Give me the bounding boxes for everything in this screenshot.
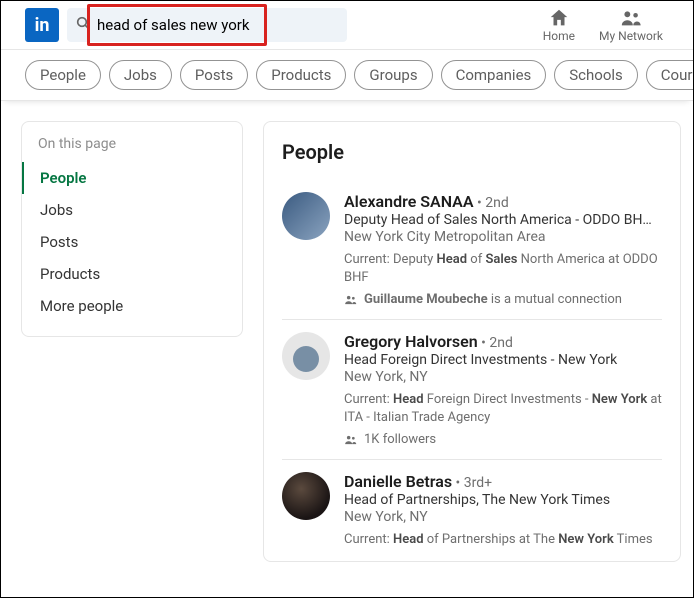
people-icon (620, 7, 642, 29)
result-row: Gregory Halvorsen • 2nd Head Foreign Dir… (282, 320, 662, 460)
section-title: People (282, 140, 662, 164)
result-current: Current: Deputy Head of Sales North Amer… (344, 251, 662, 286)
content-area: On this page People Jobs Posts Products … (1, 101, 693, 562)
sidebar-item-more-people[interactable]: More people (22, 290, 242, 322)
sidebar-item-people[interactable]: People (22, 162, 242, 194)
pill-jobs[interactable]: Jobs (109, 60, 172, 90)
filter-pill-bar: People Jobs Posts Products Groups Compan… (1, 49, 693, 101)
sidebar-item-products[interactable]: Products (22, 258, 242, 290)
sidebar-item-jobs[interactable]: Jobs (22, 194, 242, 226)
result-name-line: Alexandre SANAA • 2nd (344, 192, 662, 211)
nav-home[interactable]: Home (543, 7, 575, 43)
search-input[interactable] (97, 16, 339, 34)
result-location: New York, NY (344, 509, 662, 525)
result-row: Alexandre SANAA • 2nd Deputy Head of Sal… (282, 180, 662, 320)
result-name[interactable]: Alexandre SANAA (344, 192, 474, 211)
people-icon (344, 293, 358, 307)
linkedin-logo[interactable]: in (25, 8, 59, 42)
result-headline: Deputy Head of Sales North America - ODD… (344, 212, 662, 228)
search-box[interactable] (67, 8, 347, 42)
results-panel: People Alexandre SANAA • 2nd Deputy Head… (263, 121, 681, 562)
pill-groups[interactable]: Groups (354, 60, 432, 90)
home-icon (548, 7, 570, 29)
pill-products[interactable]: Products (256, 60, 346, 90)
avatar[interactable] (282, 472, 330, 520)
result-meta: Guillaume Moubeche is a mutual connectio… (344, 292, 662, 307)
nav-home-label: Home (543, 29, 575, 43)
avatar[interactable] (282, 332, 330, 380)
result-current: Current: Head Foreign Direct Investments… (344, 391, 662, 426)
result-headline: Head of Partnerships, The New York Times (344, 492, 662, 508)
result-headline: Head Foreign Direct Investments - New Yo… (344, 352, 662, 368)
sidebar-item-posts[interactable]: Posts (22, 226, 242, 258)
result-location: New York City Metropolitan Area (344, 229, 662, 245)
pill-more[interactable]: Cour (646, 60, 693, 90)
pill-companies[interactable]: Companies (441, 60, 547, 90)
people-icon (344, 433, 358, 447)
result-location: New York, NY (344, 369, 662, 385)
pill-schools[interactable]: Schools (554, 60, 638, 90)
result-meta: 1K followers (344, 432, 662, 447)
search-icon (75, 15, 91, 35)
pill-posts[interactable]: Posts (180, 60, 248, 90)
top-bar: in Home My Network (1, 1, 693, 49)
nav-network[interactable]: My Network (599, 7, 663, 43)
nav-network-label: My Network (599, 29, 663, 43)
sidebar: On this page People Jobs Posts Products … (21, 121, 243, 337)
result-row: Danielle Betras • 3rd+ Head of Partnersh… (282, 460, 662, 561)
result-name-line: Gregory Halvorsen • 2nd (344, 332, 662, 351)
result-current: Current: Head of Partnerships at The New… (344, 531, 662, 549)
result-name[interactable]: Danielle Betras (344, 472, 452, 491)
result-name[interactable]: Gregory Halvorsen (344, 332, 478, 351)
pill-people[interactable]: People (25, 60, 101, 90)
sidebar-title: On this page (22, 136, 242, 162)
header-nav: Home My Network (543, 7, 663, 43)
avatar[interactable] (282, 192, 330, 240)
result-name-line: Danielle Betras • 3rd+ (344, 472, 662, 491)
